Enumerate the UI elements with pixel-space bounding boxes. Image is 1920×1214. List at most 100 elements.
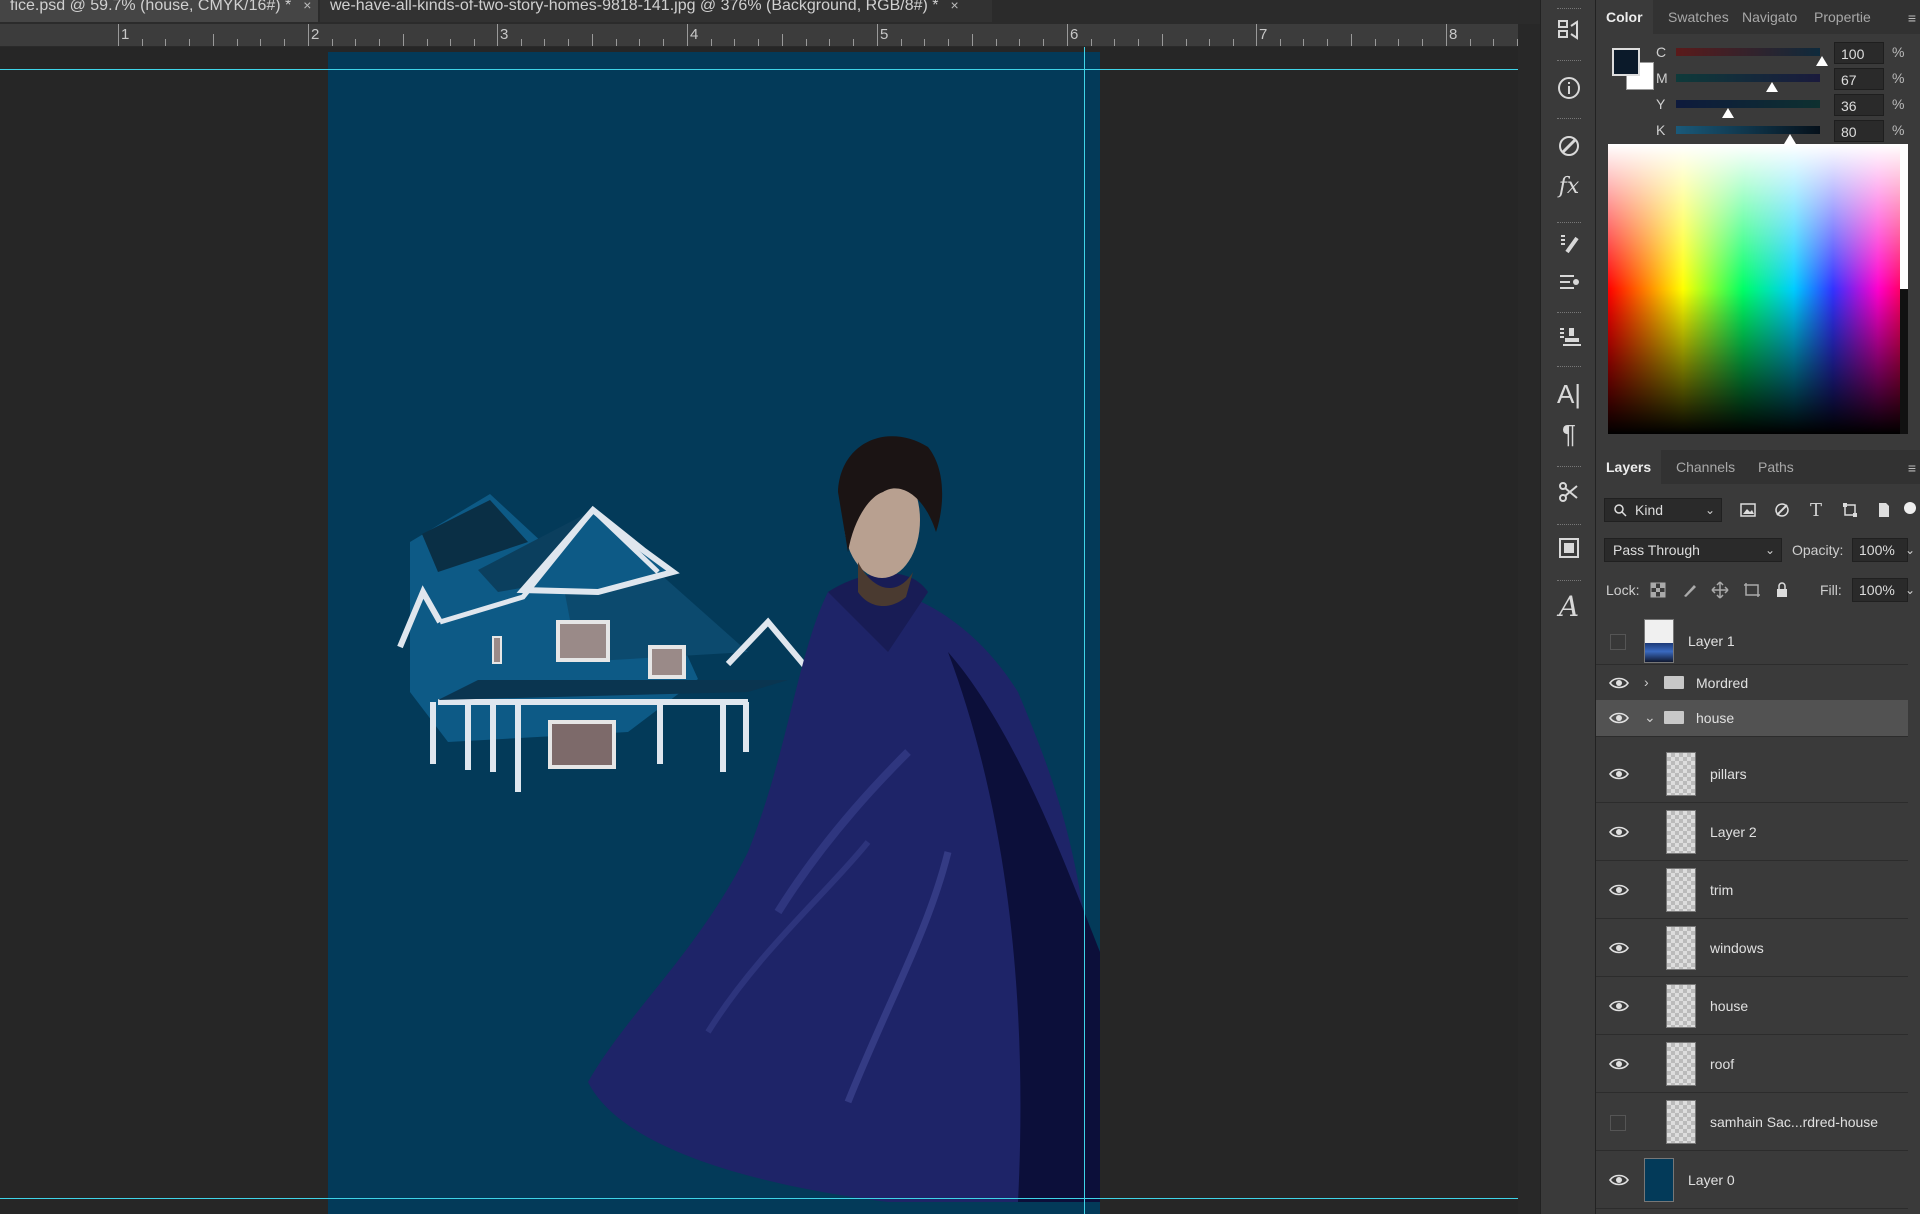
tool-presets-icon[interactable]	[1555, 478, 1583, 506]
panel-menu-icon[interactable]: ≡	[1908, 10, 1916, 26]
visibility-toggle-off[interactable]	[1610, 1115, 1626, 1131]
layer-thumbnail[interactable]	[1666, 1042, 1696, 1086]
eye-icon[interactable]	[1608, 672, 1630, 694]
layer-name[interactable]: Layer 1	[1688, 633, 1735, 649]
magenta-slider-thumb[interactable]	[1766, 82, 1778, 92]
magenta-slider[interactable]	[1676, 74, 1820, 82]
yellow-value-field[interactable]: 36	[1834, 94, 1884, 116]
pixel-layer-filter-icon[interactable]	[1738, 500, 1758, 520]
tab-swatches[interactable]: Swatches	[1658, 0, 1739, 34]
layer-name[interactable]: roof	[1710, 1056, 1734, 1072]
layer-row[interactable]: house	[1596, 978, 1908, 1035]
chevron-right-icon[interactable]: ›	[1644, 674, 1649, 690]
layer-name[interactable]: samhain Sac...rdred-house	[1710, 1114, 1878, 1130]
layer-thumbnail[interactable]	[1666, 926, 1696, 970]
eye-icon[interactable]	[1608, 995, 1630, 1017]
adjustment-layer-filter-icon[interactable]	[1772, 500, 1792, 520]
magenta-value-field[interactable]: 67	[1834, 68, 1884, 90]
tab-paths[interactable]: Paths	[1748, 450, 1804, 484]
visibility-toggle-off[interactable]	[1610, 634, 1626, 650]
character-icon[interactable]: A|	[1555, 379, 1583, 409]
layer-thumbnail[interactable]	[1666, 868, 1696, 912]
layer-name[interactable]: house	[1710, 998, 1748, 1014]
brush-presets-icon[interactable]	[1555, 230, 1583, 258]
chevron-down-icon[interactable]: ⌄	[1900, 580, 1920, 600]
layer-thumbnail[interactable]	[1666, 984, 1696, 1028]
black-value-field[interactable]: 80	[1834, 120, 1884, 142]
chevron-down-icon[interactable]: ⌄	[1900, 540, 1920, 560]
close-tab-icon[interactable]: ×	[303, 0, 311, 13]
layer-thumbnail[interactable]	[1666, 810, 1696, 854]
eye-icon[interactable]	[1608, 937, 1630, 959]
tab-color[interactable]: Color	[1596, 0, 1653, 34]
layer-name[interactable]: Mordred	[1696, 675, 1748, 691]
layer-row[interactable]: roof	[1596, 1036, 1908, 1093]
document-tab[interactable]: we-have-all-kinds-of-two-story-homes-981…	[320, 0, 992, 22]
blend-mode-select[interactable]: Pass Through	[1604, 538, 1782, 562]
layer-name[interactable]: windows	[1710, 940, 1764, 956]
layer-group-row[interactable]: ⌄ house	[1596, 700, 1908, 737]
layer-thumbnail[interactable]	[1644, 1158, 1674, 1202]
cyan-slider[interactable]	[1676, 48, 1820, 56]
lock-transparency-icon[interactable]	[1648, 580, 1668, 600]
guide-line-vertical[interactable]	[1084, 47, 1085, 1214]
adjustments-icon[interactable]	[1555, 132, 1583, 160]
glyphs-icon[interactable]: A	[1555, 590, 1583, 623]
info-icon[interactable]	[1555, 74, 1583, 102]
tab-channels[interactable]: Channels	[1666, 450, 1745, 484]
layer-row[interactable]: Layer 2	[1596, 804, 1908, 861]
eye-icon[interactable]	[1608, 707, 1630, 729]
clone-source-icon[interactable]	[1555, 322, 1583, 350]
lock-pixels-icon[interactable]	[1680, 580, 1700, 600]
artboard-icon[interactable]	[1555, 534, 1583, 562]
layer-row[interactable]: windows	[1596, 920, 1908, 977]
guide-line-horizontal[interactable]	[0, 1198, 1518, 1199]
color-spectrum-scrollbar[interactable]	[1900, 144, 1908, 434]
layer-name[interactable]: pillars	[1710, 766, 1747, 782]
layer-group-row[interactable]: › Mordred	[1596, 666, 1908, 701]
type-layer-filter-icon[interactable]: T	[1806, 500, 1826, 521]
document-canvas[interactable]	[328, 52, 1100, 1214]
black-slider-thumb[interactable]	[1784, 134, 1796, 144]
guide-line-horizontal[interactable]	[0, 69, 1518, 70]
layer-name[interactable]: Layer 2	[1710, 824, 1757, 840]
brush-settings-icon[interactable]	[1555, 268, 1583, 296]
eye-icon[interactable]	[1608, 821, 1630, 843]
eye-icon[interactable]	[1608, 1169, 1630, 1191]
history-icon[interactable]	[1555, 16, 1583, 44]
smart-object-filter-icon[interactable]	[1874, 500, 1894, 520]
layer-row[interactable]: Layer 0	[1596, 1152, 1908, 1209]
paragraph-icon[interactable]: ¶	[1555, 419, 1583, 449]
yellow-slider-thumb[interactable]	[1722, 108, 1734, 118]
lock-artboard-icon[interactable]	[1742, 580, 1762, 600]
horizontal-ruler[interactable]: 1 2 3 4 5 6 7 8	[0, 24, 1613, 47]
eye-icon[interactable]	[1608, 1053, 1630, 1075]
eye-icon[interactable]	[1608, 879, 1630, 901]
filter-toggle[interactable]	[1904, 502, 1916, 514]
layer-row[interactable]: trim	[1596, 862, 1908, 919]
panel-menu-icon[interactable]: ≡	[1908, 460, 1916, 476]
yellow-slider[interactable]	[1676, 100, 1820, 108]
black-slider[interactable]	[1676, 126, 1820, 134]
tab-properties[interactable]: Propertie	[1804, 0, 1881, 34]
shape-layer-filter-icon[interactable]	[1840, 500, 1860, 520]
layer-name[interactable]: trim	[1710, 882, 1733, 898]
layer-row[interactable]: pillars	[1596, 746, 1908, 803]
document-tab-active[interactable]: fice.psd @ 59.7% (house, CMYK/16#) * ×	[0, 0, 318, 22]
chevron-down-icon[interactable]: ⌄	[1644, 709, 1656, 726]
cyan-value-field[interactable]: 100	[1834, 42, 1884, 64]
color-spectrum[interactable]	[1608, 144, 1908, 434]
layer-name[interactable]: house	[1696, 710, 1734, 726]
close-tab-icon[interactable]: ×	[951, 0, 959, 13]
layer-name[interactable]: Layer 0	[1688, 1172, 1735, 1188]
eye-icon[interactable]	[1608, 763, 1630, 785]
lock-position-icon[interactable]	[1710, 580, 1730, 600]
foreground-color-swatch[interactable]	[1612, 48, 1640, 76]
tab-layers[interactable]: Layers	[1596, 450, 1662, 484]
layer-row[interactable]: Layer 1	[1596, 618, 1908, 665]
layer-thumbnail[interactable]	[1666, 752, 1696, 796]
tab-navigator[interactable]: Navigato	[1732, 0, 1807, 34]
layer-thumbnail[interactable]	[1666, 1100, 1696, 1144]
lock-all-icon[interactable]	[1772, 580, 1792, 600]
styles-fx-icon[interactable]: fx	[1555, 172, 1583, 200]
